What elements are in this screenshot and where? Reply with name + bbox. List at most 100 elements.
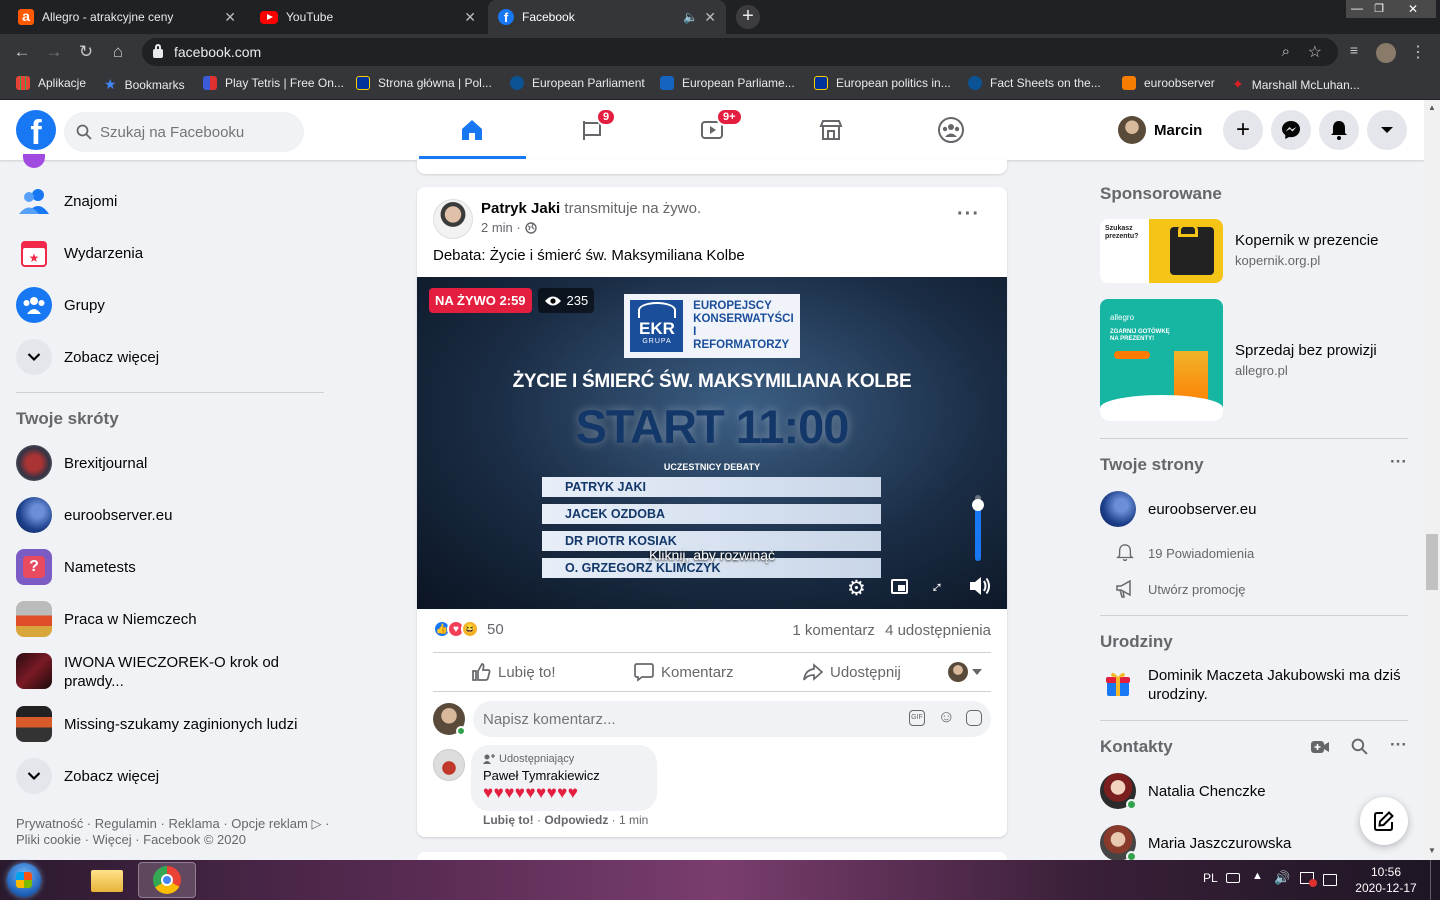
home-icon[interactable]: ⌂ xyxy=(108,42,128,62)
notifications-button[interactable] xyxy=(1319,110,1359,150)
sidebar-item-wydarzenia[interactable]: ★ Wydarzenia xyxy=(16,235,143,271)
bookmark-strona-glowna[interactable]: Strona główna | Pol... xyxy=(356,76,492,90)
tab-allegro[interactable]: a Allegro - atrakcyjne ceny ✕ xyxy=(8,0,246,34)
action-center-icon[interactable] xyxy=(1323,874,1337,886)
close-tab-icon[interactable]: ✕ xyxy=(464,9,476,26)
bookmark-european-parliament[interactable]: European Parliament xyxy=(510,76,645,90)
scroll-down-arrow[interactable]: ▼ xyxy=(1428,846,1436,855)
ad-allegro[interactable]: allegro ZGARNIJ GOTÓWKĘ NA PREZENTY! Spr… xyxy=(1100,299,1410,421)
address-bar[interactable]: facebook.com ⌕ ☆ xyxy=(142,38,1338,66)
emoji-icon[interactable]: ☺ xyxy=(938,707,955,727)
comment-time[interactable]: 1 min xyxy=(619,813,648,827)
comment-input-box[interactable]: GIF ☺ xyxy=(473,701,991,737)
new-tab-button[interactable]: + xyxy=(736,5,760,29)
new-message-button[interactable] xyxy=(1360,797,1408,845)
author-avatar[interactable] xyxy=(433,199,473,239)
speaker-icon[interactable]: 🔈 xyxy=(683,10,698,24)
minimize-button[interactable]: — xyxy=(1346,0,1368,18)
page-scrollbar[interactable]: ▲ ▼ xyxy=(1424,100,1440,860)
bookmark-european-parliame[interactable]: European Parliame... xyxy=(660,76,795,90)
network-tray-icon[interactable] xyxy=(1300,872,1317,887)
zoom-icon[interactable]: ⌕ xyxy=(1282,43,1290,60)
taskbar-explorer[interactable] xyxy=(80,862,134,898)
contact-maria[interactable]: Maria Jaszczurowska xyxy=(1100,825,1291,862)
bookmark-mcluhan[interactable]: ✦ Marshall McLuhan... xyxy=(1232,76,1360,93)
fullscreen-icon[interactable]: ↕ xyxy=(927,577,947,597)
bookmark-euroobserver[interactable]: euroobserver xyxy=(1122,76,1215,90)
forward-arrow-icon[interactable]: → xyxy=(44,42,64,62)
page-euroobserver[interactable]: euroobserver.eu xyxy=(1100,491,1256,527)
shortcut-brexitjournal[interactable]: Brexitjournal xyxy=(16,445,147,481)
volume-knob[interactable] xyxy=(972,498,984,511)
page-notifications[interactable]: 19 Powiadomienia xyxy=(1116,544,1254,562)
sticker-icon[interactable] xyxy=(966,710,982,726)
facebook-logo-icon[interactable]: f xyxy=(16,110,56,150)
nav-home[interactable] xyxy=(452,112,492,148)
comment-reply-link[interactable]: Odpowiedz xyxy=(544,813,608,827)
shortcut-praca-w-niemczech[interactable]: Praca w Niemczech xyxy=(16,601,197,637)
shortcuts-see-more[interactable]: Zobacz więcej xyxy=(16,758,159,794)
settings-gear-icon[interactable]: ⚙ xyxy=(847,576,866,601)
clock[interactable]: 10:56 2020-12-17 xyxy=(1350,864,1422,896)
ad-kopernik[interactable]: Szukasz prezentu? Kopernik w prezencie k… xyxy=(1100,219,1410,283)
shortcut-iwona-wieczorek[interactable]: IWONA WIECZOREK-O krok od prawdy... xyxy=(16,653,294,691)
bookmark-fact-sheets[interactable]: Fact Sheets on the... xyxy=(968,76,1101,90)
menu-kebab-icon[interactable]: ⋮ xyxy=(1408,42,1428,62)
comment-input[interactable] xyxy=(483,710,883,728)
volume-tray-icon[interactable]: 🔊 xyxy=(1274,870,1290,886)
profile-chip[interactable]: Marcin xyxy=(1118,114,1202,146)
restore-button[interactable]: ❐ xyxy=(1368,0,1390,18)
close-window-button[interactable]: ✕ xyxy=(1390,0,1436,18)
react-as-selector[interactable] xyxy=(948,662,982,682)
back-arrow-icon[interactable]: ← xyxy=(12,42,32,62)
profile-avatar-icon[interactable] xyxy=(1376,43,1396,63)
messenger-button[interactable] xyxy=(1271,110,1311,150)
scroll-up-arrow[interactable]: ▲ xyxy=(1428,103,1436,112)
nav-watch[interactable]: 9 xyxy=(572,108,617,148)
gif-icon[interactable]: GIF xyxy=(909,710,925,726)
close-tab-icon[interactable]: ✕ xyxy=(224,9,236,26)
tab-youtube[interactable]: YouTube ✕ xyxy=(250,0,486,34)
close-tab-icon[interactable]: ✕ xyxy=(704,9,716,26)
account-menu-button[interactable] xyxy=(1367,110,1407,150)
contact-natalia[interactable]: Natalia Chenczke xyxy=(1100,773,1266,810)
miniplayer-icon[interactable] xyxy=(891,579,908,594)
share-button[interactable]: Udostępnij xyxy=(803,662,901,682)
sidebar-item-znajomi[interactable]: Znajomi xyxy=(16,183,117,219)
bookmark-apps[interactable]: Aplikacje xyxy=(16,76,86,90)
bookmark-star-icon[interactable]: ☆ xyxy=(1308,42,1322,62)
taskbar-chrome[interactable] xyxy=(138,862,196,898)
contacts-options-icon[interactable]: ··· xyxy=(1390,735,1407,755)
reading-list-icon[interactable]: ≡ xyxy=(1344,42,1364,58)
live-video-player[interactable]: NA ŻYWO 2:59 235 EKR GRUPA EUROPEJSCY KO… xyxy=(417,277,1007,609)
new-room-icon[interactable] xyxy=(1311,739,1329,755)
shortcut-missing[interactable]: Missing-szukamy zaginionych ludzi xyxy=(16,706,297,742)
language-indicator[interactable]: PL xyxy=(1203,871,1218,885)
shares-count[interactable]: 4 udostępnienia xyxy=(885,622,991,639)
keyboard-icon[interactable] xyxy=(1226,873,1240,883)
sidebar-item-see-more[interactable]: Zobacz więcej xyxy=(16,339,159,375)
scrollbar-thumb[interactable] xyxy=(1426,534,1438,590)
volume-slider[interactable] xyxy=(972,495,984,561)
sidebar-item-grupy[interactable]: Grupy xyxy=(16,287,105,323)
bookmark-tetris[interactable]: Play Tetris | Free On... xyxy=(203,76,344,90)
create-promotion[interactable]: Utwórz promocję xyxy=(1116,580,1246,598)
comment-like-link[interactable]: Lubię to! xyxy=(483,813,534,827)
show-desktop-button[interactable] xyxy=(1430,860,1440,900)
search-input[interactable] xyxy=(100,123,290,141)
post-time[interactable]: 2 min · xyxy=(481,220,521,235)
create-button[interactable]: + xyxy=(1223,110,1263,150)
tab-facebook[interactable]: f Facebook 🔈 ✕ xyxy=(488,0,726,34)
shortcut-nametests[interactable]: ? Nametests xyxy=(16,549,136,585)
expand-hint[interactable]: Kliknij, aby rozwinąć xyxy=(417,547,1007,563)
commenter-avatar[interactable] xyxy=(433,749,465,781)
shortcut-euroobserver[interactable]: euroobserver.eu xyxy=(16,497,172,533)
bookmark-bookmarks[interactable]: ★ Bookmarks xyxy=(104,76,185,93)
reload-icon[interactable]: ↻ xyxy=(76,42,96,62)
start-button[interactable] xyxy=(7,863,41,897)
search-box[interactable] xyxy=(64,112,304,152)
footer-links[interactable]: Prywatność · Regulamin · Reklama · Opcje… xyxy=(16,816,336,848)
comments-count[interactable]: 1 komentarz xyxy=(792,622,875,639)
nav-video[interactable]: 9+ xyxy=(692,108,743,148)
speaker-volume-icon[interactable] xyxy=(968,575,992,597)
